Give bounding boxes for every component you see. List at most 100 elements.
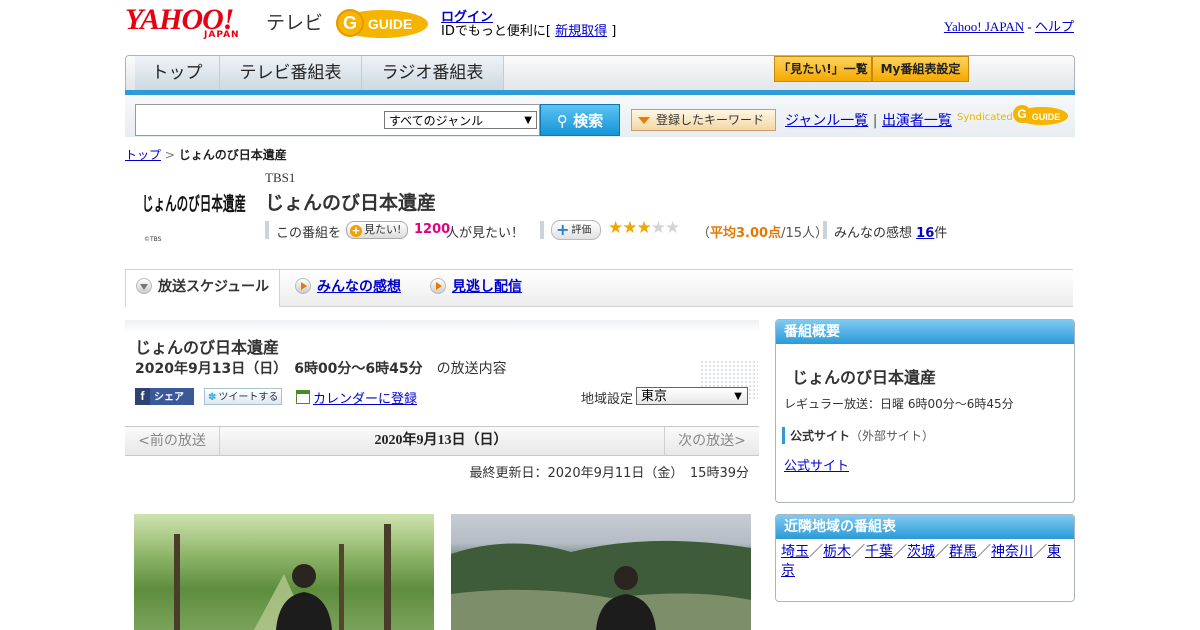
reviews-count-link[interactable]: 16: [916, 226, 934, 241]
search-links: ジャンル一覧 | 出演者一覧: [785, 110, 952, 130]
mitai-count: 1200: [414, 222, 451, 237]
rating-summary: （平均3.00点/15人）: [697, 222, 828, 241]
mitai-button[interactable]: + 見たい!: [346, 221, 409, 239]
chevron-down-icon: ▼: [734, 391, 742, 402]
program-title: じょんのび日本遺産: [265, 192, 437, 214]
calendar-link[interactable]: カレンダーに登録: [296, 388, 417, 407]
official-site-note: （外部サイト）: [850, 429, 935, 443]
divider: [540, 221, 544, 239]
calendar-icon: [296, 390, 310, 404]
rating-average: 平均3.00点: [710, 226, 782, 241]
my-guide-button[interactable]: My番組表設定: [872, 56, 969, 82]
nearby-sep: ／: [935, 544, 949, 560]
star-filled-icon: ★: [622, 218, 637, 238]
overview-box: 番組概要 じょんのび日本遺産 レギュラー放送：日曜 6時00分～6時45分 公式…: [775, 319, 1075, 503]
mitai-list-button[interactable]: 「見たい!」一覧: [774, 56, 872, 82]
search-button[interactable]: ⚲ 検索: [540, 104, 620, 136]
tab-schedule[interactable]: 放送スケジュール: [125, 270, 280, 307]
nav-tab-top[interactable]: トップ: [135, 56, 220, 90]
performer-list-link[interactable]: 出演者一覧: [882, 113, 952, 129]
gguide-small-logo: G GUIDE: [1013, 105, 1068, 125]
calendar-link-label[interactable]: カレンダーに登録: [313, 392, 417, 407]
mitai-prefix: この番組を: [276, 226, 342, 241]
tab-reviews[interactable]: みんなの感想: [295, 270, 401, 306]
region-select[interactable]: 東京 ▼: [636, 387, 748, 405]
genre-select[interactable]: すべてのジャンル ▼: [384, 111, 537, 129]
svg-text:GUIDE: GUIDE: [368, 16, 412, 32]
prev-episode-button[interactable]: <前の放送: [125, 427, 220, 455]
tweet-label: ツイートする: [218, 392, 279, 403]
syndicated-label: Syndicated: [957, 112, 1013, 123]
nearby-header: 近隣地域の番組表: [776, 515, 1074, 539]
rating-open: （: [697, 226, 711, 241]
yahoo-japan-link[interactable]: Yahoo! JAPAN: [944, 19, 1024, 34]
keyword-button[interactable]: 登録したキーワード: [631, 109, 776, 131]
facebook-share-button[interactable]: f シェア: [135, 388, 194, 405]
nearby-region-link[interactable]: 群馬: [949, 544, 977, 560]
nearby-sep: ／: [851, 544, 865, 560]
mitai-button-label: 見たい!: [364, 223, 402, 236]
yahoo-japan-label: JAPAN: [204, 30, 240, 40]
keyword-button-label: 登録したキーワード: [656, 113, 765, 127]
nearby-box: 近隣地域の番組表 埼玉／栃木／千葉／茨城／群馬／神奈川／東京: [775, 514, 1075, 602]
region-select-value: 東京: [641, 389, 668, 404]
triangle-down-icon: [638, 117, 650, 124]
overview-title: じょんのび日本遺産: [792, 368, 937, 387]
login-sub-prefix: IDでもっと便利に[: [441, 24, 556, 39]
tab-catchup[interactable]: 見逃し配信: [430, 270, 522, 306]
rating-count: /15人）: [781, 226, 829, 241]
reviews-summary: みんなの感想 16件: [834, 222, 947, 241]
breadcrumb-top[interactable]: トップ: [125, 148, 161, 162]
search-links-sep: |: [868, 113, 882, 129]
svg-text:GUIDE: GUIDE: [1032, 112, 1061, 122]
nearby-region-link[interactable]: 栃木: [823, 544, 851, 560]
nearby-region-link[interactable]: 神奈川: [991, 544, 1033, 560]
rate-button-label: 評価: [571, 225, 592, 236]
chevron-down-icon: ▼: [524, 115, 532, 126]
breadcrumb: トップ > じょんのび日本遺産: [125, 146, 287, 163]
episode-photo: [134, 514, 434, 630]
overview-header: 番組概要: [776, 320, 1074, 344]
main-nav: トップ テレビ番組表 ラジオ番組表 「見たい!」一覧 My番組表設定: [125, 55, 1075, 91]
search-icon: ⚲: [556, 112, 568, 130]
official-site-link[interactable]: 公式サイト: [784, 455, 849, 474]
tweet-button[interactable]: ✽ ツイートする: [204, 388, 282, 405]
nearby-links: 埼玉／栃木／千葉／茨城／群馬／神奈川／東京: [781, 543, 1066, 581]
nearby-sep: ／: [1033, 544, 1047, 560]
reviews-suffix: 件: [934, 226, 948, 241]
episode-date: 2020年9月13日（日）: [135, 361, 281, 377]
program-stats: この番組を + 見たい! 1200 人が見たい！ + 評価 ★★★★★ （平均3.0…: [265, 218, 965, 241]
nearby-sep: ／: [809, 544, 823, 560]
tv-label: テレビ: [266, 12, 324, 34]
rating-stars: ★★★★★: [608, 218, 680, 238]
signup-link[interactable]: 新規取得: [555, 24, 607, 39]
episode-nav-date: 2020年9月13日（日）: [374, 433, 508, 448]
tab-catchup-label[interactable]: 見逃し配信: [452, 279, 522, 295]
genre-list-link[interactable]: ジャンル一覧: [785, 113, 868, 129]
chevron-down-icon: [136, 278, 152, 294]
star-filled-icon: ★: [636, 218, 652, 238]
regular-broadcast: レギュラー放送：日曜 6時00分～6時45分: [784, 397, 1014, 411]
play-icon: [295, 278, 311, 294]
official-site-label: 公式サイト（外部サイト）: [782, 427, 934, 444]
next-episode-button[interactable]: 次の放送>: [664, 427, 759, 455]
nav-tab-radio[interactable]: ラジオ番組表: [362, 56, 504, 90]
episode-datetime: 2020年9月13日（日） 6時00分～6時45分 の放送内容: [135, 358, 507, 378]
nav-tab-tv[interactable]: テレビ番組表: [220, 56, 362, 90]
nearby-region-link[interactable]: 茨城: [907, 544, 935, 560]
help-link[interactable]: ヘルプ: [1035, 19, 1074, 34]
episode-photo: [451, 514, 751, 630]
content-tabs: 放送スケジュール みんなの感想 見逃し配信: [125, 269, 1073, 307]
reviews-prefix: みんなの感想: [834, 226, 913, 241]
plus-icon: +: [350, 224, 362, 237]
search-button-label: 検索: [573, 112, 604, 130]
nearby-region-link[interactable]: 埼玉: [781, 544, 809, 560]
tab-reviews-label[interactable]: みんなの感想: [317, 279, 401, 295]
program-logo-copyright: ©TBS: [144, 236, 162, 243]
login-sub-suffix: ]: [607, 24, 617, 39]
official-site-label-text: 公式サイト: [790, 429, 851, 443]
twitter-icon: ✽: [208, 392, 217, 403]
rate-button[interactable]: + 評価: [551, 220, 601, 240]
nearby-region-link[interactable]: 千葉: [865, 544, 893, 560]
facebook-share-label: シェア: [154, 392, 184, 403]
